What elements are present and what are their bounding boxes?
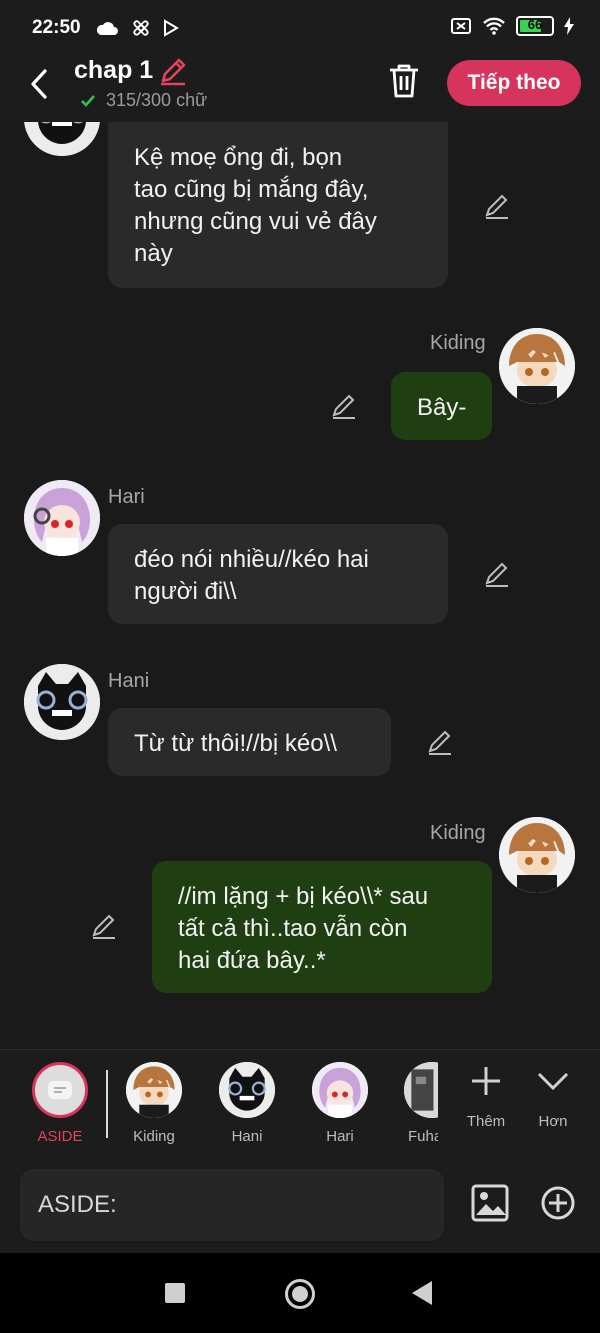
top-app-bar: chap 1 315/300 chữ Tiếp theo bbox=[0, 56, 600, 122]
sender-name: Hari bbox=[108, 486, 145, 508]
message-bubble[interactable]: Bây- bbox=[391, 372, 492, 440]
sender-name: Kiding bbox=[430, 822, 486, 844]
checkmark-icon bbox=[81, 94, 95, 107]
status-bar: 22:50 66 bbox=[0, 0, 600, 56]
home-button[interactable] bbox=[285, 1279, 315, 1309]
avatar bbox=[312, 1062, 368, 1118]
back-button[interactable] bbox=[22, 64, 56, 104]
character-hari[interactable]: Hari bbox=[310, 1062, 370, 1145]
avatar-kiding[interactable] bbox=[499, 817, 575, 893]
message-bubble[interactable]: đéo nói nhiều//kéo hai người đi\\ bbox=[108, 524, 448, 624]
aside-avatar bbox=[32, 1062, 88, 1118]
sim-off-icon bbox=[451, 18, 471, 34]
recents-button[interactable] bbox=[165, 1283, 185, 1303]
next-button[interactable]: Tiếp theo bbox=[447, 60, 581, 106]
pencil-icon bbox=[161, 58, 186, 86]
character-hani[interactable]: Hani bbox=[217, 1062, 277, 1145]
clock: 22:50 bbox=[32, 17, 81, 38]
cloud-icon bbox=[96, 22, 118, 35]
avatar bbox=[219, 1062, 275, 1118]
avatar bbox=[126, 1062, 182, 1118]
avatar bbox=[404, 1062, 438, 1118]
add-button[interactable] bbox=[540, 1185, 576, 1226]
chevron-left-icon bbox=[31, 69, 47, 99]
system-navigation-bar bbox=[0, 1253, 600, 1333]
play-store-icon bbox=[163, 19, 179, 37]
character-fuha[interactable]: Fuha bbox=[404, 1062, 438, 1145]
charging-icon bbox=[564, 17, 574, 35]
edit-message-button[interactable] bbox=[483, 560, 511, 588]
avatar-hani[interactable] bbox=[24, 122, 100, 156]
image-icon bbox=[471, 1184, 509, 1222]
edit-message-button[interactable] bbox=[90, 912, 118, 940]
word-count: 315/300 chữ bbox=[80, 90, 207, 111]
chevron-down-icon bbox=[537, 1072, 569, 1091]
edit-message-button[interactable] bbox=[483, 192, 511, 220]
character-kiding[interactable]: Kiding bbox=[124, 1062, 184, 1145]
message-bubble[interactable]: Từ từ thôi!//bị kéo\\ bbox=[108, 708, 391, 776]
avatar-hari[interactable] bbox=[24, 480, 100, 556]
add-character-button[interactable]: Thêm bbox=[456, 1064, 516, 1130]
message-bubble[interactable]: Kệ moẹ ổng đi, bọn tao cũng bị mắng đây,… bbox=[108, 122, 448, 288]
edit-title-button[interactable] bbox=[158, 56, 188, 91]
fan-icon bbox=[132, 20, 149, 36]
battery-indicator: 66 bbox=[516, 16, 554, 36]
message-bubble[interactable]: //im lặng + bị kéo\\* sau tất cả thì..ta… bbox=[152, 861, 492, 993]
avatar-hani[interactable] bbox=[24, 664, 100, 740]
plus-icon bbox=[472, 1067, 500, 1095]
pencil-icon bbox=[485, 562, 508, 587]
chapter-title[interactable]: chap 1 bbox=[74, 56, 153, 85]
plus-circle-icon bbox=[541, 1186, 575, 1220]
edit-message-button[interactable] bbox=[330, 392, 358, 420]
more-button[interactable]: Hơn bbox=[523, 1064, 583, 1130]
trash-icon bbox=[390, 64, 418, 98]
pencil-icon bbox=[332, 394, 355, 419]
sender-name: Kiding bbox=[430, 332, 486, 354]
edit-message-button[interactable] bbox=[426, 728, 454, 756]
speech-bubble-icon bbox=[48, 1081, 72, 1099]
composer: ASIDE: bbox=[0, 1157, 600, 1253]
character-aside[interactable]: ASIDE bbox=[30, 1062, 90, 1145]
word-count-text: 315/300 chữ bbox=[106, 90, 208, 110]
character-selector: ASIDE Kiding Hani Hari Fuha Thêm Hơn bbox=[0, 1049, 600, 1157]
chat-area[interactable]: Kệ moẹ ổng đi, bọn tao cũng bị mắng đây,… bbox=[0, 122, 600, 1049]
back-nav-button[interactable] bbox=[412, 1281, 432, 1305]
pencil-icon bbox=[428, 730, 451, 755]
wifi-icon bbox=[483, 17, 505, 35]
pencil-icon bbox=[92, 914, 115, 939]
delete-button[interactable] bbox=[386, 62, 422, 105]
message-input[interactable]: ASIDE: bbox=[20, 1169, 444, 1241]
divider bbox=[106, 1070, 108, 1138]
sender-name: Hani bbox=[108, 670, 150, 692]
insert-image-button[interactable] bbox=[470, 1183, 510, 1228]
pencil-icon bbox=[485, 194, 508, 219]
avatar-kiding[interactable] bbox=[499, 328, 575, 404]
